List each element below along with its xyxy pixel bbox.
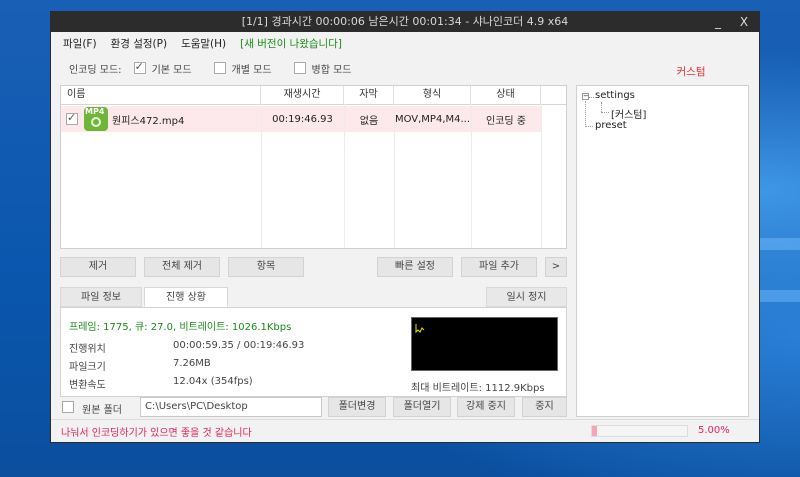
- tab-file-info[interactable]: 파일 정보: [60, 287, 142, 307]
- bitrate-graph: [411, 317, 558, 371]
- column-divider: [261, 104, 262, 248]
- column-divider: [394, 104, 395, 248]
- window-title: [1/1] 경과시간 00:00:06 남은시간 00:01:34 - 샤나인코…: [241, 15, 569, 28]
- item-button[interactable]: 항목: [228, 257, 304, 277]
- wallpaper-light-beam: [760, 290, 800, 302]
- max-bitrate: 최대 비트레이트: 1112.9Kbps: [411, 383, 545, 394]
- progress-bar: [591, 425, 688, 437]
- bitrate-graph-trace: [415, 324, 425, 334]
- minimize-button[interactable]: _: [707, 12, 729, 32]
- column-status[interactable]: 상태: [471, 86, 541, 104]
- output-folder-bar: 원본 폴더 C:\Users\PC\Desktop 폴더변경 폴더열기 강제 중…: [60, 397, 567, 417]
- add-file-button[interactable]: 파일 추가: [461, 257, 537, 277]
- file-list-header: 이름 재생시간 자막 형식 상태: [61, 86, 566, 105]
- menu-help[interactable]: 도움말(H): [181, 36, 226, 51]
- mp4-icon-label: MP4: [85, 107, 105, 116]
- tree-connector: [585, 126, 593, 127]
- cell-subtitle: 없음: [359, 115, 379, 127]
- tree-connector: [585, 101, 586, 125]
- encoder-window: [1/1] 경과시간 00:00:06 남은시간 00:01:34 - 샤나인코…: [50, 11, 760, 443]
- speed-label: 변환속도: [69, 380, 106, 391]
- preset-custom-label: 커스텀: [676, 66, 706, 78]
- table-row[interactable]: MP4 원피스472.mp4 00:19:46.93 없음 MOV,MP4,M4…: [61, 106, 541, 132]
- tab-progress[interactable]: 진행 상황: [144, 287, 228, 307]
- row-checkbox[interactable]: [66, 111, 78, 125]
- position-value: 00:00:59.35 / 00:19:46.93: [173, 340, 305, 351]
- column-divider: [344, 104, 345, 248]
- quick-settings-button[interactable]: 빠른 설정: [377, 257, 453, 277]
- tree-node-settings[interactable]: settings: [595, 90, 635, 101]
- encoding-mode-bar: 인코딩 모드: 기본 모드 개별 모드 병합 모드: [69, 58, 559, 78]
- title-bar[interactable]: [1/1] 경과시간 00:00:06 남은시간 00:01:34 - 샤나인코…: [51, 12, 759, 32]
- mode-basic-label: 기본 모드: [151, 64, 192, 76]
- encoding-stats: 프레임: 1775, 큐: 27.0, 비트레이트: 1026.1Kbps: [69, 322, 292, 333]
- change-folder-button[interactable]: 폴더변경: [328, 397, 386, 417]
- progress-panel: 프레임: 1775, 큐: 27.0, 비트레이트: 1026.1Kbps 진행…: [60, 307, 567, 397]
- status-bar: 나눠서 인코딩하기가 있으면 좋을 것 같습니다 5.00%: [51, 419, 759, 442]
- encoding-mode-label: 인코딩 모드:: [69, 64, 122, 76]
- column-subtitle[interactable]: 자막: [344, 86, 394, 104]
- mode-merge-checkbox[interactable]: [293, 62, 306, 74]
- column-format[interactable]: 형식: [394, 86, 471, 104]
- mode-individual-checkbox[interactable]: [213, 62, 226, 74]
- mp4-icon: MP4: [84, 107, 108, 131]
- speed-value: 12.04x (354fps): [173, 376, 253, 387]
- column-spacer: [541, 86, 566, 104]
- open-folder-button[interactable]: 폴더열기: [393, 397, 451, 417]
- tree-node-preset[interactable]: preset: [595, 120, 627, 131]
- column-divider: [471, 104, 472, 248]
- remove-all-button[interactable]: 전체 제거: [144, 257, 220, 277]
- mode-individual-label: 개별 모드: [231, 64, 272, 76]
- pause-button[interactable]: 일시 정지: [486, 287, 567, 307]
- mode-basic-option[interactable]: 기본 모드: [133, 60, 192, 76]
- update-notice-link[interactable]: [새 버전이 나왔습니다]: [240, 36, 342, 51]
- output-path-field[interactable]: C:\Users\PC\Desktop: [140, 397, 322, 417]
- force-stop-button[interactable]: 강제 중지: [457, 397, 515, 417]
- preset-tree[interactable]: − settings [커스텀] preset: [576, 85, 749, 417]
- info-tabs: 파일 정보 진행 상황 일시 정지: [60, 287, 567, 307]
- column-divider: [541, 104, 542, 248]
- source-folder-checkbox[interactable]: [62, 401, 74, 413]
- tree-connector: [601, 112, 609, 113]
- position-label: 진행위치: [69, 344, 106, 355]
- progress-percent: 5.00%: [698, 425, 730, 436]
- mode-basic-checkbox[interactable]: [133, 60, 146, 74]
- file-size-value: 7.26MB: [173, 358, 211, 369]
- file-list-body: MP4 원피스472.mp4 00:19:46.93 없음 MOV,MP4,M4…: [61, 104, 566, 248]
- mode-merge-option[interactable]: 병합 모드: [293, 61, 352, 76]
- mode-merge-label: 병합 모드: [311, 64, 352, 76]
- tree-connector: [601, 102, 602, 112]
- progress-bar-fill: [592, 426, 597, 436]
- file-action-bar: 제거 전체 제거 항목 빠른 설정 파일 추가 >: [60, 257, 567, 277]
- file-name: 원피스472.mp4: [112, 115, 185, 127]
- column-name[interactable]: 이름: [61, 86, 261, 104]
- cell-duration: 00:19:46.93: [272, 113, 333, 125]
- disc-icon: [91, 117, 101, 127]
- column-duration[interactable]: 재생시간: [261, 86, 344, 104]
- cell-name: MP4 원피스472.mp4: [61, 107, 261, 131]
- menu-file[interactable]: 파일(F): [63, 36, 97, 51]
- close-button[interactable]: X: [733, 12, 755, 32]
- cell-format: MOV,MP4,M4...: [394, 113, 471, 125]
- menu-preferences[interactable]: 환경 설정(P): [111, 36, 168, 51]
- status-message: 나눠서 인코딩하기가 있으면 좋을 것 같습니다: [61, 428, 252, 439]
- menu-bar: 파일(F) 환경 설정(P) 도움말(H) [새 버전이 나왔습니다]: [51, 32, 759, 54]
- tree-node-custom[interactable]: [커스텀]: [611, 106, 646, 121]
- more-button[interactable]: >: [545, 257, 567, 277]
- file-size-label: 파일크기: [69, 362, 106, 373]
- cell-status: 인코딩 중: [486, 115, 526, 127]
- tree-collapse-icon[interactable]: −: [582, 93, 589, 100]
- stop-button[interactable]: 중지: [522, 397, 567, 417]
- file-list[interactable]: 이름 재생시간 자막 형식 상태 MP4 원피스472.mp4 00:19:46…: [60, 85, 567, 249]
- mode-individual-option[interactable]: 개별 모드: [213, 61, 272, 76]
- remove-button[interactable]: 제거: [60, 257, 136, 277]
- tree-connector: [589, 97, 594, 98]
- source-folder-label: 원본 폴더: [82, 405, 122, 416]
